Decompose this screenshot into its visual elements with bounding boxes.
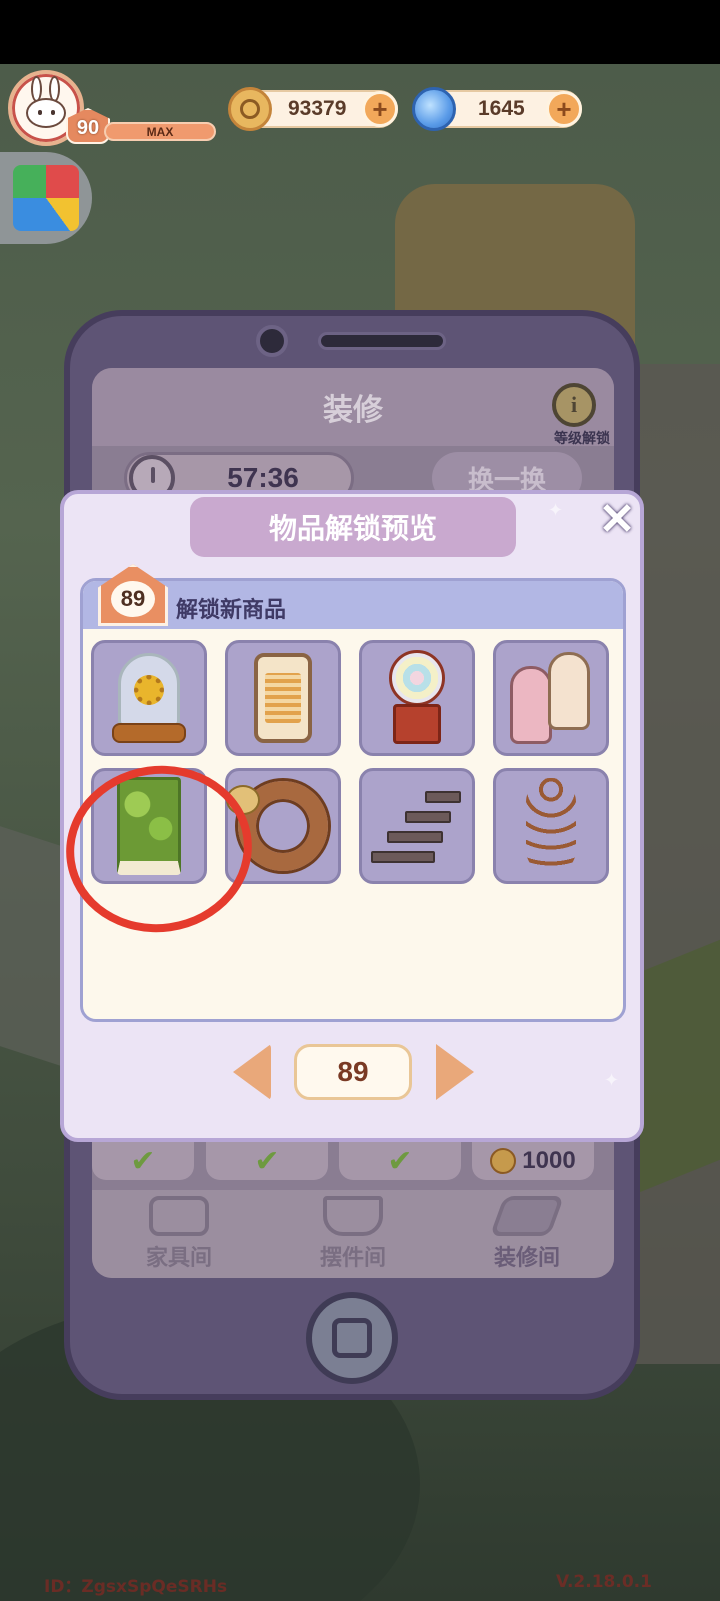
phone-home-button[interactable] [306, 1292, 398, 1384]
chain-decor-icon [526, 778, 576, 874]
price-slot[interactable]: 1000 [472, 1142, 594, 1180]
item-slot-electric-heater[interactable] [225, 640, 341, 756]
sparkle-decoration: ✦ [604, 1070, 620, 1091]
level-unlock-info-button[interactable]: i [552, 383, 596, 427]
section-label: 解锁新商品 [176, 598, 287, 623]
unlock-level: 89 [111, 581, 155, 617]
page-number-box: 89 [294, 1044, 412, 1100]
player-id: ID：ZgsxSpQeSRHs [44, 1577, 228, 1597]
item-slot-paw-print-doors[interactable] [493, 640, 609, 756]
checkmark-icon: ✔ [387, 1143, 413, 1179]
gem-amount: 1645 [478, 97, 525, 120]
tab-renovation-room[interactable]: 装修间 [440, 1190, 614, 1278]
side-app-shortcut[interactable] [0, 152, 92, 244]
add-gems-button[interactable]: + [546, 91, 582, 127]
coin-icon [490, 1148, 517, 1174]
page-number: 89 [337, 1056, 369, 1087]
item-slot-glass-staircase[interactable] [359, 768, 475, 884]
item-slot-sunflower-glass-dome[interactable] [91, 640, 207, 756]
modal-title: 物品解锁预览 [268, 512, 437, 545]
tab-label: 装修间 [493, 1246, 560, 1271]
purchased-slot: ✔ [92, 1142, 194, 1180]
renovation-header: 装修 [92, 368, 614, 446]
floor-tile-icon [489, 1196, 565, 1236]
version-text: V.2.18.0.1 [556, 1572, 652, 1592]
purchased-slot: ✔ [206, 1142, 328, 1180]
bunny-avatar-icon [23, 76, 69, 128]
room-tabs: 家具间 摆件间 装修间 [92, 1190, 614, 1278]
purchased-slot: ✔ [339, 1142, 461, 1180]
home-square-icon [332, 1318, 372, 1358]
paw-doors-icon [508, 650, 594, 746]
level-status: MAX [146, 124, 174, 139]
staircase-icon [369, 783, 465, 869]
phone-camera [256, 325, 288, 357]
item-slot-wooden-chain-decor[interactable] [493, 768, 609, 884]
item-slot-gumball-machine[interactable] [359, 640, 475, 756]
swirl-gem-icon [412, 87, 456, 131]
sunflower-dome-icon [112, 653, 186, 743]
phone-speaker [318, 332, 446, 350]
teacup-icon [323, 1196, 383, 1236]
item-price: 1000 [522, 1147, 576, 1174]
checkmark-icon: ✔ [130, 1143, 156, 1179]
tab-furniture-room[interactable]: 家具间 [92, 1190, 266, 1278]
tab-label: 家具间 [145, 1246, 212, 1271]
level-progress-bar: MAX [104, 122, 216, 141]
app-icon [13, 165, 79, 231]
wreath-icon [226, 781, 328, 871]
tab-ornament-room[interactable]: 摆件间 [266, 1190, 440, 1278]
heater-icon [254, 653, 312, 743]
tab-label: 摆件间 [319, 1246, 386, 1271]
coin-icon [228, 87, 272, 131]
modal-title-banner: 物品解锁预览 [190, 497, 516, 557]
coin-amount: 93379 [288, 97, 347, 120]
add-coins-button[interactable]: + [362, 91, 398, 127]
checkmark-icon: ✔ [254, 1143, 280, 1179]
renovation-title: 装修 [323, 393, 383, 428]
close-button[interactable]: ✕ [594, 495, 640, 544]
gumball-machine-icon [385, 650, 449, 746]
sparkle-decoration: ✦ [548, 500, 564, 521]
status-bar [0, 0, 720, 64]
level-unlock-label: 等级解锁 [554, 431, 610, 447]
sofa-icon [149, 1196, 209, 1236]
player-level: 90 [76, 117, 100, 139]
